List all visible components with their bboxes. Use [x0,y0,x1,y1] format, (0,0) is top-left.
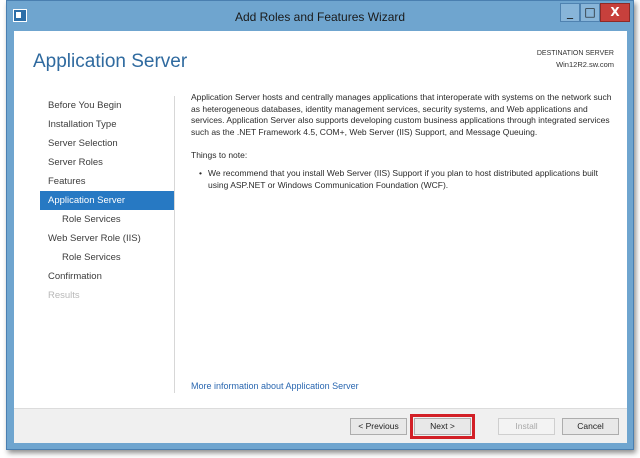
previous-button[interactable]: < Previous [350,418,407,435]
wizard-footer: < Previous Next > Install Cancel [14,408,627,443]
install-button: Install [498,418,555,435]
nav-item-confirmation[interactable]: Confirmation [40,267,174,286]
window-title: Add Roles and Features Wizard [234,10,406,24]
maximize-button[interactable]: □ [580,3,600,22]
more-info-link[interactable]: More information about Application Serve… [191,381,359,391]
notes-list: We recommend that you install Web Server… [191,168,615,191]
nav-item-application-server[interactable]: Application Server [40,191,174,210]
nav-item-server-roles[interactable]: Server Roles [40,153,174,172]
destination-server-name: Win12R2.sw.com [556,60,614,69]
note-item: We recommend that you install Web Server… [199,168,615,191]
nav-item-installation-type[interactable]: Installation Type [40,115,174,134]
things-to-note-heading: Things to note: [191,150,248,160]
page-title: Application Server [33,51,188,72]
wizard-window: Add Roles and Features Wizard _ □ X Appl… [6,0,634,450]
role-description: Application Server hosts and centrally m… [191,92,612,137]
nav-item-web-server-role[interactable]: Web Server Role (IIS) [40,229,174,248]
destination-server-label: DESTINATION SERVER [536,50,614,57]
nav-item-app-role-services[interactable]: Role Services [40,210,174,229]
next-button[interactable]: Next > [414,418,471,435]
cancel-button[interactable]: Cancel [562,418,619,435]
content-panel: Application Server hosts and centrally m… [191,92,615,191]
nav-item-results: Results [48,290,80,301]
wizard-body: Application Server DESTINATION SERVER Wi… [14,31,627,443]
nav-item-before-you-begin[interactable]: Before You Begin [40,96,174,115]
title-bar[interactable]: Add Roles and Features Wizard _ □ X [7,1,633,31]
wizard-steps-nav: Before You Begin Installation Type Serve… [40,96,174,305]
close-button[interactable]: X [600,3,630,22]
nav-item-iis-role-services[interactable]: Role Services [40,248,174,267]
nav-divider [174,96,175,393]
nav-item-features[interactable]: Features [40,172,174,191]
nav-item-server-selection[interactable]: Server Selection [40,134,174,153]
minimize-button[interactable]: _ [560,3,580,22]
